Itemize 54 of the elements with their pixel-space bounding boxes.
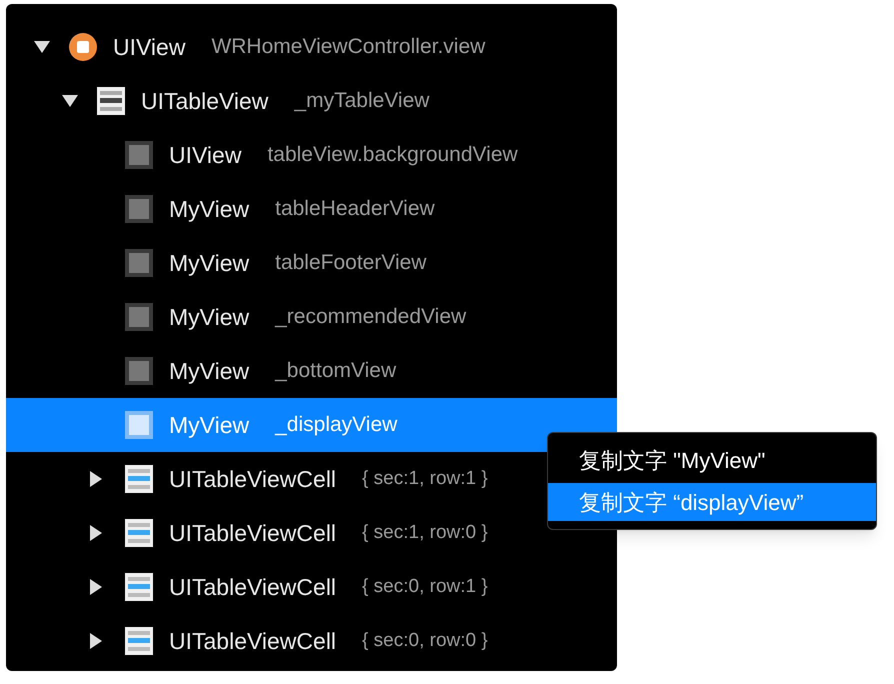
tree-row[interactable]: MyView tableFooterView bbox=[6, 236, 426, 290]
class-name: UITableViewCell bbox=[169, 626, 336, 656]
view-detail: { sec:1, row:0 } bbox=[362, 520, 488, 545]
tree-row[interactable]: UITableView _myTableView bbox=[6, 74, 430, 128]
class-name: UITableView bbox=[141, 86, 268, 116]
menu-item[interactable]: 复制文字 “displayView” bbox=[548, 483, 876, 521]
tree-row[interactable]: UITableViewCell { sec:1, row:1 } bbox=[6, 452, 488, 506]
view-icon bbox=[124, 356, 154, 386]
class-name: MyView bbox=[169, 356, 250, 386]
view-detail: _recommendedView bbox=[275, 304, 466, 330]
view-icon bbox=[68, 32, 98, 62]
view-icon bbox=[124, 248, 154, 278]
cell-icon bbox=[124, 464, 154, 494]
class-name: UITableViewCell bbox=[169, 572, 336, 602]
tree-row[interactable]: UIView WRHomeViewController.view bbox=[6, 20, 486, 74]
class-name: MyView bbox=[169, 410, 250, 440]
class-name: UIView bbox=[169, 140, 242, 170]
cell-icon bbox=[124, 518, 154, 548]
tree-row[interactable]: MyView _bottomView bbox=[6, 344, 396, 398]
tree-row[interactable]: MyView tableHeaderView bbox=[6, 182, 435, 236]
view-detail: WRHomeViewController.view bbox=[211, 34, 486, 60]
view-detail: { sec:0, row:1 } bbox=[362, 574, 488, 599]
class-name: UIView bbox=[113, 32, 186, 62]
view-detail: _myTableView bbox=[294, 88, 430, 114]
view-icon bbox=[124, 194, 154, 224]
view-detail: _displayView bbox=[275, 412, 398, 438]
view-detail: tableHeaderView bbox=[275, 196, 435, 222]
cell-icon bbox=[124, 626, 154, 656]
collapsed-triangle-icon[interactable] bbox=[90, 525, 102, 541]
class-name: MyView bbox=[169, 302, 250, 332]
class-name: MyView bbox=[169, 248, 250, 278]
class-name: MyView bbox=[169, 194, 250, 224]
cell-icon bbox=[124, 572, 154, 602]
tree-row[interactable]: UITableViewCell { sec:0, row:1 } bbox=[6, 560, 488, 614]
view-icon bbox=[124, 410, 154, 440]
collapsed-triangle-icon[interactable] bbox=[90, 633, 102, 649]
view-detail: { sec:1, row:1 } bbox=[362, 466, 488, 491]
collapsed-triangle-icon[interactable] bbox=[90, 471, 102, 487]
expanded-triangle-icon[interactable] bbox=[34, 41, 50, 53]
view-detail: tableFooterView bbox=[275, 250, 426, 276]
tree-row[interactable]: UITableViewCell { sec:1, row:0 } bbox=[6, 506, 488, 560]
collapsed-triangle-icon[interactable] bbox=[90, 579, 102, 595]
view-detail: tableView.backgroundView bbox=[267, 142, 518, 168]
view-icon bbox=[124, 302, 154, 332]
expanded-triangle-icon[interactable] bbox=[62, 95, 78, 107]
tree-row[interactable]: MyView _recommendedView bbox=[6, 290, 466, 344]
view-detail: _bottomView bbox=[275, 358, 396, 384]
table-icon bbox=[96, 86, 126, 116]
class-name: UITableViewCell bbox=[169, 464, 336, 494]
view-icon bbox=[124, 140, 154, 170]
tree-row[interactable]: UIView tableView.backgroundView bbox=[6, 128, 518, 182]
class-name: UITableViewCell bbox=[169, 518, 336, 548]
view-detail: { sec:0, row:0 } bbox=[362, 628, 488, 653]
tree-row[interactable]: UITableViewCell { sec:0, row:0 } bbox=[6, 614, 488, 668]
